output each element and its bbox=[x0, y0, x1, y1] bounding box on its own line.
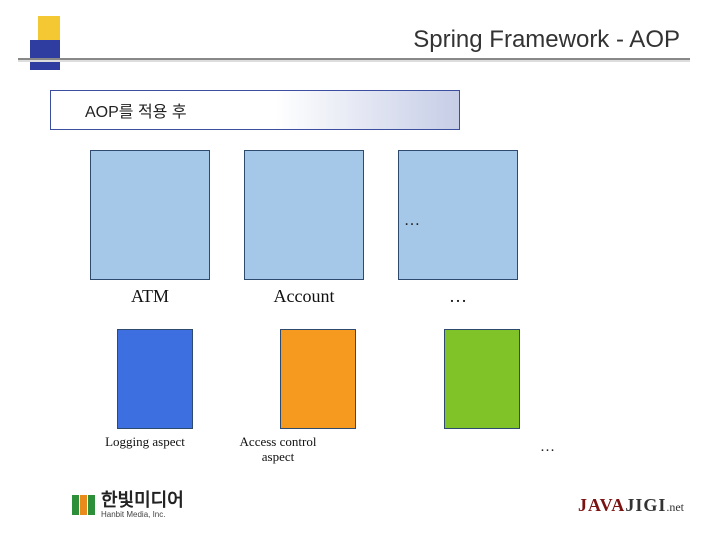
module-label: Account bbox=[244, 286, 364, 307]
module-box bbox=[244, 150, 364, 280]
module-label: … bbox=[398, 286, 518, 307]
javajigi-jigi: JIGI bbox=[625, 495, 666, 515]
module-box bbox=[90, 150, 210, 280]
subtitle-box: AOP를 적용 후 bbox=[50, 90, 460, 130]
aspect-access-control: Access control aspect bbox=[200, 329, 356, 465]
aspect-label: Logging aspect bbox=[90, 435, 200, 450]
hanbit-subtitle: Hanbit Media, Inc. bbox=[101, 510, 184, 519]
page-title: Spring Framework - AOP bbox=[413, 26, 680, 54]
aspect-box-orange bbox=[280, 329, 356, 429]
aspects-row: Logging aspect Access control aspect … bbox=[90, 329, 650, 465]
corner-decoration bbox=[30, 16, 72, 76]
aspect-label: Access control aspect bbox=[223, 435, 333, 465]
ellipsis-icon: … bbox=[404, 212, 420, 230]
module-account: Account bbox=[244, 150, 364, 307]
javajigi-logo: JAVAJIGI.net bbox=[578, 495, 684, 516]
aspect-box-blue bbox=[117, 329, 193, 429]
hanbit-logo: 한빛미디어 Hanbit Media, Inc. bbox=[72, 491, 184, 519]
javajigi-java: JAVA bbox=[578, 495, 625, 515]
hanbit-name: 한빛미디어 bbox=[101, 491, 184, 509]
modules-row: ATM Account … … bbox=[90, 150, 650, 307]
aop-diagram: ATM Account … … Logging aspect Access co… bbox=[90, 150, 650, 465]
footer: 한빛미디어 Hanbit Media, Inc. JAVAJIGI.net bbox=[72, 490, 684, 520]
subtitle-text: AOP를 적용 후 bbox=[85, 98, 187, 122]
deco-blue-square bbox=[30, 40, 60, 70]
header-divider bbox=[18, 58, 690, 60]
hanbit-text-block: 한빛미디어 Hanbit Media, Inc. bbox=[101, 491, 184, 519]
aspect-more bbox=[356, 329, 520, 435]
aspect-box-green bbox=[444, 329, 520, 429]
logo-bar-green bbox=[72, 495, 79, 515]
hanbit-logo-mark bbox=[72, 495, 95, 515]
module-atm: ATM bbox=[90, 150, 210, 307]
ellipsis-icon: … bbox=[540, 439, 555, 456]
module-label: ATM bbox=[90, 286, 210, 307]
aspect-logging: Logging aspect bbox=[90, 329, 200, 450]
logo-bar-green bbox=[88, 495, 95, 515]
javajigi-net: .net bbox=[666, 500, 684, 514]
logo-bar-orange bbox=[80, 495, 87, 515]
